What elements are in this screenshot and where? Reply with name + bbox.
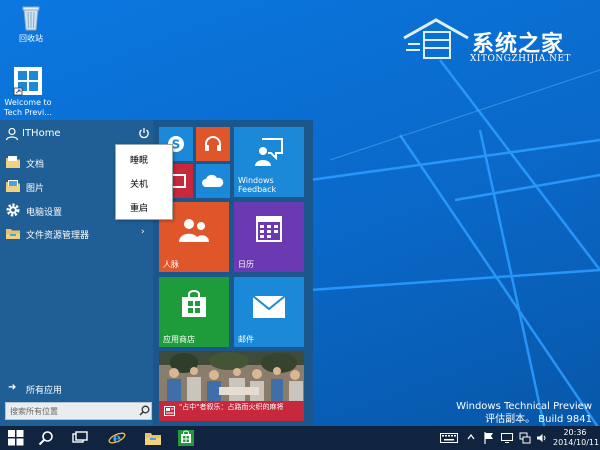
tile-label: 邮件: [238, 335, 254, 344]
build-info-line2: 评估副本。 Build 9841: [485, 414, 592, 425]
chevron-right-icon[interactable]: ›: [141, 227, 145, 237]
calendar-icon: [256, 216, 282, 242]
search-icon: [38, 431, 53, 446]
news-photo: [159, 351, 304, 401]
start-item-label: 文档: [26, 160, 45, 170]
explorer-icon: [6, 229, 20, 239]
windows-logo-icon: [13, 67, 42, 96]
news-caption-bar: "占中"者叙乐：占路而火织的麻将: [159, 401, 304, 421]
tile-mail[interactable]: 邮件: [234, 277, 304, 347]
internet-explorer-icon: e: [108, 432, 126, 447]
clock-date: 2014/10/11: [553, 438, 600, 447]
start-button[interactable]: [2, 426, 30, 450]
watermark-url: XITONGZHIJIA.NET: [470, 54, 572, 64]
news-headline: "占中"者叙乐：占路而火织的麻将: [179, 403, 284, 411]
tile-windows-feedback[interactable]: Windows Feedback: [234, 127, 304, 197]
search-input[interactable]: [6, 403, 134, 419]
pictures-icon: [6, 180, 20, 192]
tray-display[interactable]: [500, 426, 514, 450]
folder-icon: [6, 156, 20, 168]
taskbar-file-explorer[interactable]: [138, 426, 166, 450]
taskbar-search-button[interactable]: [32, 426, 60, 450]
all-apps-button[interactable]: ➜ 所有应用: [0, 378, 153, 398]
monitor-icon: [501, 433, 513, 443]
chevron-up-icon: [467, 434, 475, 440]
start-item-label: 图片: [26, 184, 45, 194]
welcome-shortcut[interactable]: Welcome to Tech Previ...: [0, 66, 56, 118]
recycle-bin-icon: [22, 6, 40, 31]
tray-keyboard[interactable]: [438, 426, 458, 450]
speaker-icon: [537, 434, 546, 442]
tray-volume[interactable]: [535, 426, 549, 450]
search-icon[interactable]: [139, 405, 150, 416]
tile-music[interactable]: [196, 127, 230, 161]
user-account[interactable]: ITHome: [0, 123, 153, 145]
tile-onedrive[interactable]: [196, 164, 230, 198]
folder-icon: [145, 433, 161, 445]
power-option-restart[interactable]: 重启: [116, 195, 172, 217]
gear-icon: [6, 203, 20, 217]
power-option-sleep[interactable]: 睡眠: [116, 147, 172, 169]
store-bag-icon: [178, 430, 194, 446]
start-item-file-explorer[interactable]: 文件资源管理器 ›: [0, 222, 153, 244]
start-item-label: 电脑设置: [26, 208, 63, 218]
tile-label: 人脉: [163, 260, 179, 269]
start-search-box[interactable]: [5, 402, 152, 420]
arrow-right-icon: ➜: [8, 382, 17, 393]
feedback-icon: [255, 138, 283, 166]
build-info: Windows Technical Preview 评估副本。 Build 98…: [456, 400, 592, 426]
clock-time: 20:36: [563, 428, 587, 437]
taskbar: e 20:36 2014/10/11: [0, 426, 600, 450]
flag-icon: [484, 432, 493, 444]
headphones-icon: [205, 136, 221, 151]
keyboard-icon: [440, 433, 458, 443]
watermark-logo-icon: [403, 18, 469, 59]
windows-logo-icon: [8, 430, 24, 446]
taskbar-store[interactable]: [172, 426, 200, 450]
tile-store[interactable]: 应用商店: [159, 277, 229, 347]
tile-label: 应用商店: [163, 335, 195, 344]
people-icon: [179, 219, 209, 242]
tray-chevron[interactable]: [466, 426, 476, 450]
user-name: ITHome: [22, 128, 61, 139]
taskbar-clock[interactable]: 20:36 2014/10/11: [553, 428, 600, 448]
store-bag-icon: [182, 290, 206, 317]
user-avatar-icon: [5, 127, 19, 141]
start-item-label: 文件资源管理器: [26, 231, 90, 241]
task-view-button[interactable]: [66, 426, 94, 450]
tile-calendar[interactable]: 日历: [234, 202, 304, 272]
tile-label: 日历: [238, 260, 254, 269]
power-icon[interactable]: [138, 127, 150, 139]
desktop-icon-label: Welcome to Tech Previ...: [4, 98, 52, 117]
tile-news[interactable]: "占中"者叙乐：占路而火织的麻将: [159, 351, 304, 421]
taskbar-internet-explorer[interactable]: e: [102, 426, 130, 450]
build-info-line1: Windows Technical Preview: [456, 401, 592, 412]
tile-label: Windows Feedback: [238, 176, 277, 194]
svg-text:e: e: [113, 432, 121, 447]
tray-action-center[interactable]: [482, 426, 496, 450]
power-option-shutdown[interactable]: 关机: [116, 171, 172, 193]
recycle-bin-shortcut[interactable]: 回收站: [3, 2, 59, 44]
watermark: 系统之家 XITONGZHIJIA.NET: [402, 10, 598, 70]
desktop-icon-label: 回收站: [19, 34, 43, 43]
news-icon: [164, 406, 175, 416]
task-view-icon: [72, 431, 88, 443]
mail-icon: [252, 295, 286, 318]
network-icon: [519, 432, 531, 444]
power-menu: 睡眠 关机 重启: [115, 144, 173, 220]
all-apps-label: 所有应用: [26, 386, 63, 396]
cloud-icon: [202, 174, 224, 187]
tray-network[interactable]: [518, 426, 532, 450]
